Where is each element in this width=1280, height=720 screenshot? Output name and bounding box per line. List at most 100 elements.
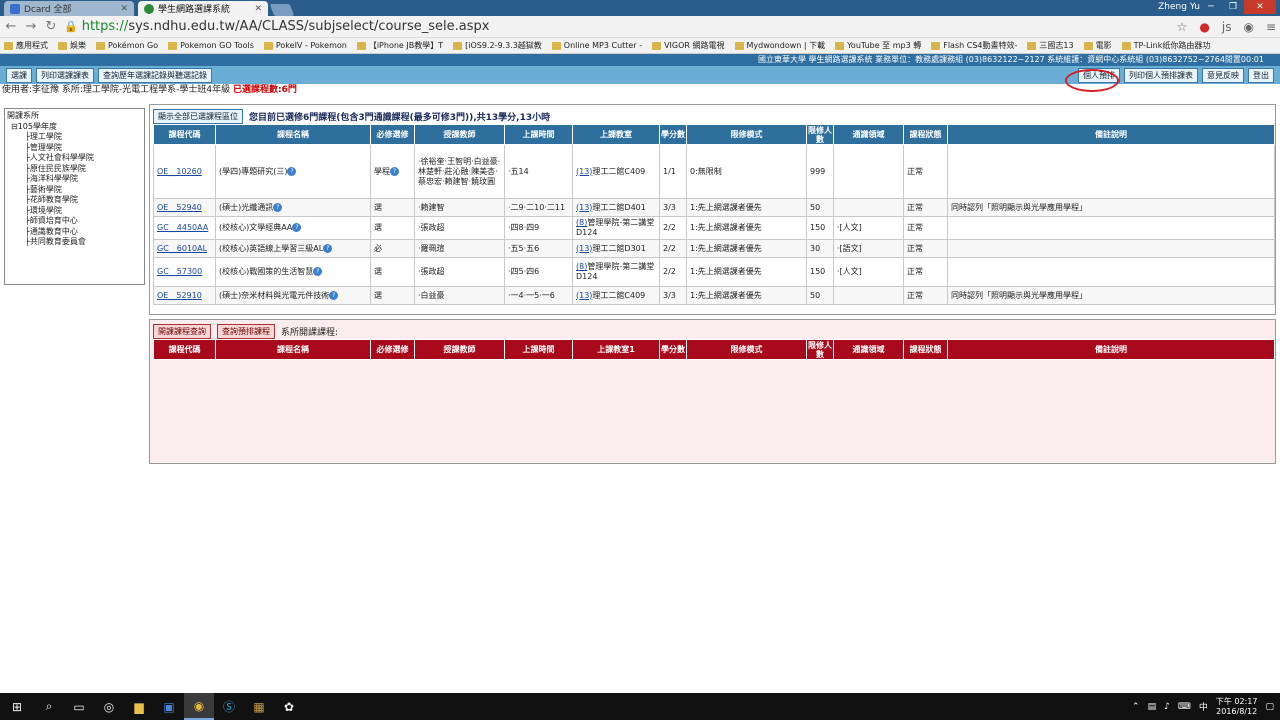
room-link[interactable]: (8) — [576, 218, 587, 227]
bookmark-item[interactable]: YouTube 至 mp3 轉 — [835, 40, 921, 51]
print-prelist-button[interactable]: 列印個人預排課表 — [1124, 67, 1198, 83]
network-icon[interactable]: ▤ — [1148, 702, 1157, 712]
print-schedule-button[interactable]: 列印選課課表 — [36, 67, 94, 83]
steam-icon[interactable]: ◎ — [94, 693, 124, 720]
keyboard-icon[interactable]: ⌨ — [1178, 702, 1191, 712]
close-window-icon[interactable]: ✕ — [1244, 0, 1276, 14]
course-code-link[interactable]: OE__10260 — [157, 167, 202, 176]
search-icon[interactable]: ⌕ — [34, 693, 64, 720]
browser-tab-dcard[interactable]: Dcard 全部 ✕ — [4, 1, 134, 16]
query-courses-button[interactable]: 開課課程查詢 — [153, 323, 211, 339]
clock[interactable]: 下午 02:17 2016/8/12 — [1216, 697, 1258, 717]
tree-college-item[interactable]: ├人文社會科學學院 — [7, 153, 142, 164]
bookmark-star-icon[interactable]: ☆ — [1177, 20, 1188, 34]
bookmark-item[interactable]: Pokemon GO Tools — [168, 41, 254, 50]
reload-icon[interactable]: ↻ — [44, 19, 58, 34]
volume-icon[interactable]: ♪ — [1164, 702, 1170, 712]
limit-cell: 50 — [806, 286, 834, 305]
info-icon[interactable]: ? — [313, 267, 323, 276]
bookmark-item[interactable]: 【iPhone JB教學】T — [356, 40, 443, 51]
tree-college-item[interactable]: ├花師教育學院 — [7, 195, 142, 206]
bookmark-item[interactable]: Online MP3 Cutter - — [551, 41, 642, 50]
tree-college-item[interactable]: ├海洋科學學院 — [7, 174, 142, 185]
menu-icon[interactable]: ≡ — [1266, 20, 1276, 34]
course-code-link[interactable]: OE__52940 — [157, 203, 202, 212]
tree-college-item[interactable]: ├管理學院 — [7, 143, 142, 154]
query-prelist-button[interactable]: 查詢預排課程 — [217, 323, 275, 339]
close-tab-icon[interactable]: ✕ — [254, 4, 262, 14]
js-extension-icon[interactable]: js — [1222, 20, 1232, 34]
select-course-button[interactable]: 選課 — [6, 67, 32, 83]
bookmark-item[interactable]: 應用程式 — [4, 40, 48, 51]
tree-college-item[interactable]: ├共同教育委員會 — [7, 237, 142, 248]
maximize-icon[interactable]: ❐ — [1222, 0, 1244, 14]
room-link[interactable]: (13) — [576, 203, 592, 212]
red-highlight-circle — [1065, 69, 1119, 92]
bookmark-item[interactable]: Mydwondown | 下載 — [734, 40, 826, 51]
chrome-icon[interactable]: ◉ — [184, 693, 214, 720]
bookmark-item[interactable]: PokeIV - Pokemon — [263, 41, 347, 50]
profile-name[interactable]: Zheng Yu — [1158, 2, 1200, 12]
tree-college-item[interactable]: ├理工學院 — [7, 132, 142, 143]
browser-tab-course[interactable]: 學生網路選課系統 ✕ — [138, 1, 268, 16]
room-link[interactable]: (13) — [576, 291, 592, 300]
logout-button[interactable]: 登出 — [1248, 67, 1274, 83]
bookmark-item[interactable]: Flash CS4動畫特效- — [931, 40, 1017, 51]
course-code-link[interactable]: GC__57300 — [157, 267, 202, 276]
bookmark-label: Mydwondown | 下載 — [746, 41, 826, 50]
room-link[interactable]: (8) — [576, 262, 587, 271]
tree-college-item[interactable]: ├原住民民族學院 — [7, 164, 142, 175]
game-icon[interactable]: ▦ — [244, 693, 274, 720]
mode-cell: 1:先上網選課者優先 — [686, 239, 807, 258]
bookmark-item[interactable]: 三國志13 — [1027, 40, 1074, 51]
open-courses-table: 課程代碼 課程名稱 必修選修 授課教師 上課時間 上課教室1 學分數 限修模式 限修人數 通識領域… — [153, 339, 1275, 360]
tray-up-icon[interactable]: ⌃ — [1132, 702, 1140, 712]
info-icon[interactable]: ? — [323, 243, 333, 253]
file-explorer-icon[interactable]: ▆ — [124, 693, 154, 720]
column-header: 上課時間 — [504, 124, 573, 145]
info-icon[interactable]: ? — [273, 202, 283, 212]
ime-icon[interactable]: 中 — [1199, 700, 1208, 713]
store-icon[interactable]: ▣ — [154, 693, 184, 720]
tree-college-item[interactable]: ├環境學院 — [7, 206, 142, 217]
windows-start-icon[interactable]: ⊞ — [0, 693, 34, 720]
url-field[interactable]: 🔒 https://sys.ndhu.edu.tw/AA/CLASS/subjs… — [64, 19, 1165, 34]
required-type: 選 — [374, 267, 382, 276]
course-code-link[interactable]: GC__6010AL — [157, 244, 207, 253]
tree-college-item[interactable]: ├通識教育中心 — [7, 227, 142, 238]
bookmark-label: 三國志13 — [1039, 41, 1074, 50]
forward-arrow-icon[interactable]: → — [24, 19, 38, 34]
room-cell: (8)管理學院-第二講堂D124 — [572, 257, 660, 287]
skype-icon[interactable]: Ⓢ — [214, 693, 244, 720]
new-tab-button[interactable] — [269, 4, 295, 16]
extension-icon[interactable]: ◉ — [1243, 20, 1253, 34]
info-icon[interactable]: ? — [292, 223, 302, 232]
bookmark-item[interactable]: 電影 — [1083, 40, 1112, 51]
close-tab-icon[interactable]: ✕ — [120, 4, 128, 14]
tree-college-item[interactable]: ├師資培育中心 — [7, 216, 142, 227]
tree-college-item[interactable]: ├藝術學院 — [7, 185, 142, 196]
history-record-button[interactable]: 查詢歷年選課記錄與聽選記錄 — [98, 67, 212, 83]
course-code-link[interactable]: OE__52910 — [157, 291, 202, 300]
info-icon[interactable]: ? — [329, 290, 339, 300]
notification-icon[interactable]: ▢ — [1265, 702, 1274, 712]
bookmark-item[interactable]: TP-Link纸你路由器功 — [1121, 40, 1210, 51]
bookmark-item[interactable]: 娛樂 — [58, 40, 86, 51]
room-link[interactable]: (13) — [576, 167, 592, 176]
course-code-link[interactable]: GC__4450AA — [157, 223, 208, 232]
bookmark-item[interactable]: [iOS9.2-9.3.3越獄教 — [453, 40, 542, 51]
opera-icon[interactable]: ● — [1199, 20, 1209, 34]
show-selected-location-button[interactable]: 顯示全部已選課程區位 — [153, 108, 243, 124]
minimize-icon[interactable]: ─ — [1200, 0, 1222, 14]
tree-year-node[interactable]: ⊟105學年度 — [7, 122, 142, 133]
bookmark-item[interactable]: VIGOR 網路電視 — [652, 40, 725, 51]
task-view-icon[interactable]: ▭ — [64, 693, 94, 720]
info-icon[interactable]: ? — [390, 166, 399, 176]
feedback-button[interactable]: 意見反映 — [1202, 67, 1244, 83]
info-icon[interactable]: ? — [287, 166, 297, 176]
bookmark-item[interactable]: Pokémon Go — [96, 41, 158, 50]
room-cell: (13)理工二館C409 — [572, 286, 660, 305]
back-arrow-icon[interactable]: ← — [4, 19, 18, 34]
app-icon[interactable]: ✿ — [274, 693, 304, 720]
room-link[interactable]: (13) — [576, 244, 592, 253]
